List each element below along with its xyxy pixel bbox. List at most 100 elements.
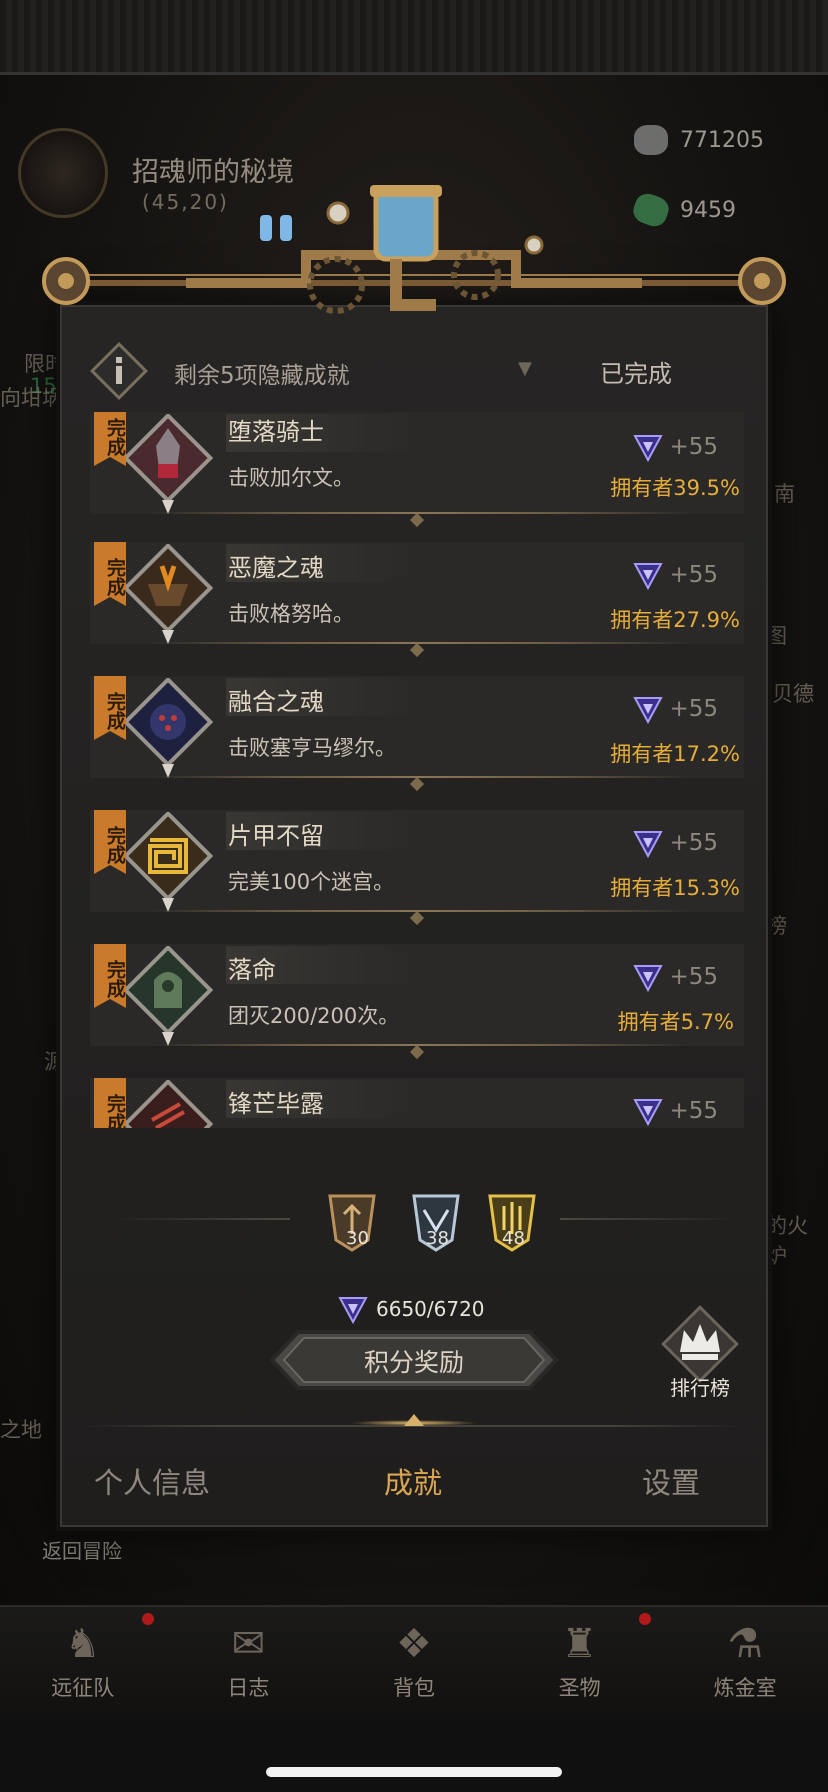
completed-tag: 完成 xyxy=(94,1078,126,1128)
achievement-item[interactable]: 完成 落命 团灭200/200次。 +55 拥有者5.7% xyxy=(90,944,744,1066)
bronze-tier-count: 30 xyxy=(346,1228,369,1249)
top-border-band xyxy=(0,0,828,75)
achievement-item[interactable]: 完成 融合之魂 击败塞亨马缪尔。 +55 拥有者17.2% xyxy=(90,676,744,798)
achievement-owners: 拥有者39.5% xyxy=(610,476,740,500)
achievement-title: 堕落骑士 xyxy=(228,418,324,446)
achievement-points-value: +55 xyxy=(669,830,718,856)
achievement-points: +55 xyxy=(633,694,718,724)
side-text-right5: 的火炉 xyxy=(766,1214,808,1268)
nav-label: 炼金室 xyxy=(713,1676,777,1700)
achievement-point-icon xyxy=(633,697,664,724)
achievement-owners: 拥有者5.7% xyxy=(617,1010,734,1034)
achievement-desc: 击败格努哈。 xyxy=(228,602,354,626)
completed-filter-label[interactable]: 已完成 xyxy=(600,354,672,389)
info-icon xyxy=(90,342,148,400)
alchemy-icon: ⚗ xyxy=(727,1621,764,1667)
achievement-score-value: 6650/6720 xyxy=(376,1297,485,1321)
nav-label: 背包 xyxy=(392,1676,435,1700)
achievement-owners: 拥有者27.9% xyxy=(610,608,740,632)
side-text-right2: 图 xyxy=(766,624,787,648)
resource-stone-value: 771205 xyxy=(680,127,764,153)
achievement-point-icon xyxy=(338,1297,368,1324)
notification-dot xyxy=(638,1613,651,1625)
achievement-point-icon xyxy=(633,563,664,590)
back-to-adventure-link[interactable]: 返回冒险 xyxy=(42,1535,122,1564)
achievement-points-value: +55 xyxy=(669,964,718,990)
achievement-points: +55 xyxy=(633,962,718,992)
completed-tag: 完成 xyxy=(94,676,126,740)
silver-tier-count: 38 xyxy=(426,1228,449,1249)
journal-icon: ✉ xyxy=(231,1621,266,1667)
blade-icon xyxy=(122,1080,214,1128)
divider xyxy=(150,512,690,514)
achievement-point-icon xyxy=(633,435,664,462)
achievement-point-icon xyxy=(633,1099,664,1126)
doom-icon xyxy=(122,946,214,1046)
demon-soul-icon xyxy=(122,544,214,644)
tab-achievements[interactable]: 成就 xyxy=(384,1460,442,1502)
nav-journal[interactable]: ✉ 日志 xyxy=(166,1607,332,1715)
points-reward-label[interactable]: 积分奖励 xyxy=(268,1343,560,1379)
achievement-points: +55 xyxy=(633,1096,718,1126)
achievement-list[interactable]: 完成 堕落骑士 击败加尔文。 +55 拥有者39.5% 完成 恶魔之魂 击败格努… xyxy=(90,412,744,1128)
divider xyxy=(150,642,690,644)
side-text-right4: 榜 xyxy=(766,914,787,938)
achievement-title: 融合之魂 xyxy=(228,688,324,716)
home-indicator[interactable] xyxy=(266,1767,562,1777)
achievement-item[interactable]: 完成 恶魔之魂 击败格努哈。 +55 拥有者27.9% xyxy=(90,542,744,664)
footer-band xyxy=(0,1715,828,1792)
divider xyxy=(150,1044,690,1046)
divider xyxy=(150,910,690,912)
stone-ore-icon xyxy=(634,125,668,155)
achievement-points: +55 xyxy=(633,432,718,462)
backpack-icon: ❖ xyxy=(396,1621,432,1667)
notification-dot xyxy=(142,1613,154,1625)
achievement-title: 恶魔之魂 xyxy=(228,554,324,582)
bottom-navigation: ♞ 远征队 ✉ 日志 ❖ 背包 ♜ 圣物 ⚗ 炼金室 xyxy=(0,1605,828,1715)
tab-settings[interactable]: 设置 xyxy=(642,1460,700,1502)
achievement-desc: 完美100个迷宫。 xyxy=(228,870,395,894)
nav-expedition[interactable]: ♞ 远征队 xyxy=(0,1607,166,1715)
nav-alchemy[interactable]: ⚗ 炼金室 xyxy=(662,1607,828,1715)
tier-summary: 30 38 48 xyxy=(90,1190,746,1260)
steampunk-pipes-decoration xyxy=(42,185,786,314)
achievement-title: 落命 xyxy=(228,956,276,984)
achievement-point-icon xyxy=(633,831,664,858)
hidden-achievements-text: 剩余5项隐藏成就 xyxy=(174,363,350,389)
divider xyxy=(150,776,690,778)
achievement-item[interactable]: 完成 堕落骑士 击败加尔文。 +55 拥有者39.5% xyxy=(90,412,744,534)
achievement-title: 锋芒毕露 xyxy=(228,1090,324,1118)
nav-label: 日志 xyxy=(227,1676,270,1700)
achievement-points: +55 xyxy=(633,560,718,590)
achievement-desc: 团灭200/200次。 xyxy=(228,1004,400,1028)
ranking-button-label[interactable]: 排行榜 xyxy=(660,1372,740,1401)
tab-personal-info[interactable]: 个人信息 xyxy=(94,1460,210,1502)
completed-tag: 完成 xyxy=(94,944,126,1008)
achievement-points-value: +55 xyxy=(669,434,718,460)
dropdown-caret-icon: ▼ xyxy=(518,358,532,379)
achievement-point-icon xyxy=(633,965,664,992)
side-text-left1: 向坩埚 xyxy=(0,386,63,410)
side-text-right1: 南 xyxy=(774,482,795,506)
achievement-title: 片甲不留 xyxy=(228,822,324,850)
relic-icon: ♜ xyxy=(561,1621,598,1667)
nav-relic[interactable]: ♜ 圣物 xyxy=(497,1607,663,1715)
side-text-right3: 贝德 xyxy=(772,682,814,706)
hidden-achievements-filter[interactable]: 剩余5项隐藏成就 ▼ 已完成 xyxy=(90,340,746,402)
achievement-points-value: +55 xyxy=(669,562,718,588)
location-name: 招魂师的秘境 xyxy=(132,157,294,188)
nav-backpack[interactable]: ❖ 背包 xyxy=(331,1607,497,1715)
gold-tier-count: 48 xyxy=(502,1228,525,1249)
achievement-points: +55 xyxy=(633,828,718,858)
nav-label: 圣物 xyxy=(558,1676,601,1700)
achievement-owners: 拥有者15.3% xyxy=(610,876,740,900)
achievement-item[interactable]: 完成 片甲不留 完美100个迷宫。 +55 拥有者15.3% xyxy=(90,810,744,932)
achievement-item[interactable]: 完成 锋芒毕露 +55 xyxy=(90,1078,744,1128)
horned-helmet-icon: ♞ xyxy=(64,1621,101,1667)
side-text-left3: 之地 xyxy=(0,1418,42,1442)
achievement-score: 6650/6720 xyxy=(338,1294,485,1324)
completed-tag: 完成 xyxy=(94,542,126,606)
resource-stone: 771205 xyxy=(634,120,794,160)
achievement-desc: 击败塞亨马缪尔。 xyxy=(228,736,396,760)
achievement-owners: 拥有者17.2% xyxy=(610,742,740,766)
